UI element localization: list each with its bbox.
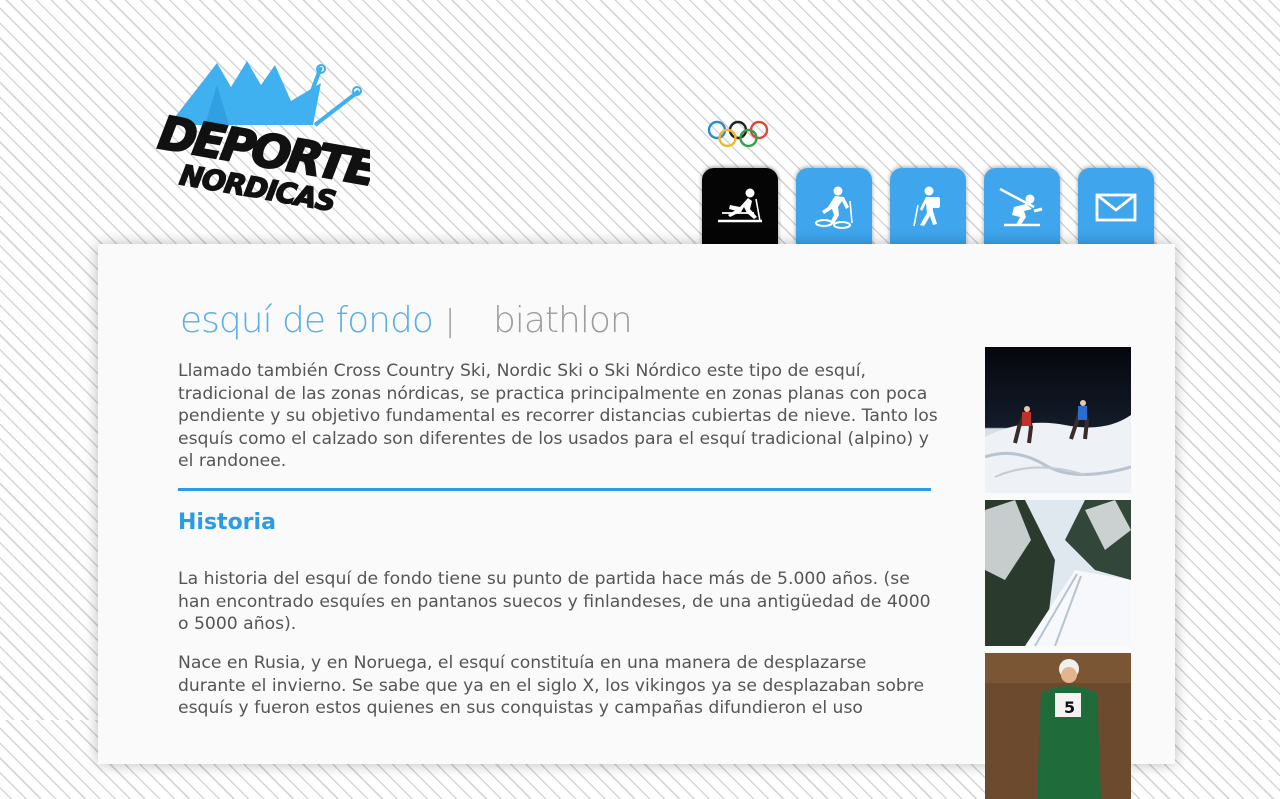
snowy-forest-trail-photo[interactable] [985,500,1131,646]
history-paragraph-1: La historia del esquí de fondo tiene su … [178,569,931,634]
mail-icon [1095,193,1137,222]
olympic-rings-icon [706,120,772,150]
intro-paragraph: Llamado también Cross Country Ski, Nordi… [178,361,938,471]
nav-biathlon-button[interactable] [984,168,1060,246]
section-title-historia: Historia [178,510,276,535]
snowshoe-walker-icon [815,186,853,229]
nav-hiking-button[interactable] [890,168,966,246]
nav-contact-button[interactable] [1078,168,1154,246]
history-paragraph-2: Nace en Rusia, y en Noruega, el esquí co… [178,653,925,718]
tab-biathlon[interactable]: biathlon [493,300,633,341]
svg-text:5: 5 [1064,698,1075,717]
tab-esqui-de-fondo[interactable]: esquí de fondo [180,300,434,341]
skiers-in-snow-photo[interactable] [985,347,1131,493]
racer-with-bib-photo[interactable]: 5 [985,653,1131,799]
cross-country-skier-icon [718,188,762,223]
nav-snowshoe-button[interactable] [796,168,872,246]
section-divider [178,488,931,491]
deportes-nordicas-logo[interactable]: DEPORTES NORDICAS [145,55,410,225]
tab-separator: | [445,304,455,339]
hiker-icon [913,186,940,227]
logo-graphic: DEPORTES NORDICAS [154,61,410,219]
nav-cross-country-ski-button[interactable] [702,168,778,246]
biathlete-shooting-icon [999,187,1043,227]
